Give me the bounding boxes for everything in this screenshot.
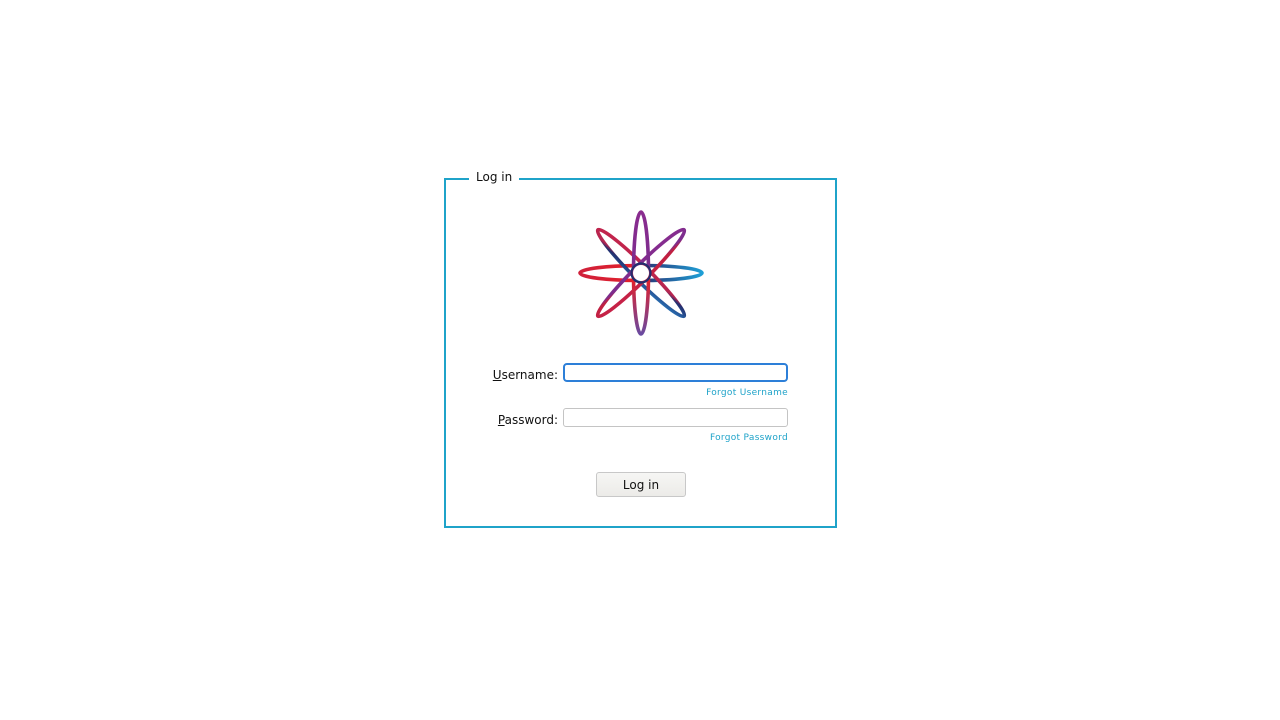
login-button[interactable]: Log in bbox=[596, 472, 686, 497]
password-label: Password: bbox=[497, 413, 558, 427]
forgot-password-link[interactable]: Forgot Password bbox=[710, 433, 788, 444]
forgot-username-link[interactable]: Forgot Username bbox=[706, 388, 788, 399]
login-legend: Log in bbox=[469, 169, 520, 186]
password-input[interactable] bbox=[563, 408, 788, 427]
username-label: Username: bbox=[492, 368, 558, 382]
atom-flower-logo-icon bbox=[578, 210, 704, 336]
username-input[interactable] bbox=[563, 363, 788, 382]
